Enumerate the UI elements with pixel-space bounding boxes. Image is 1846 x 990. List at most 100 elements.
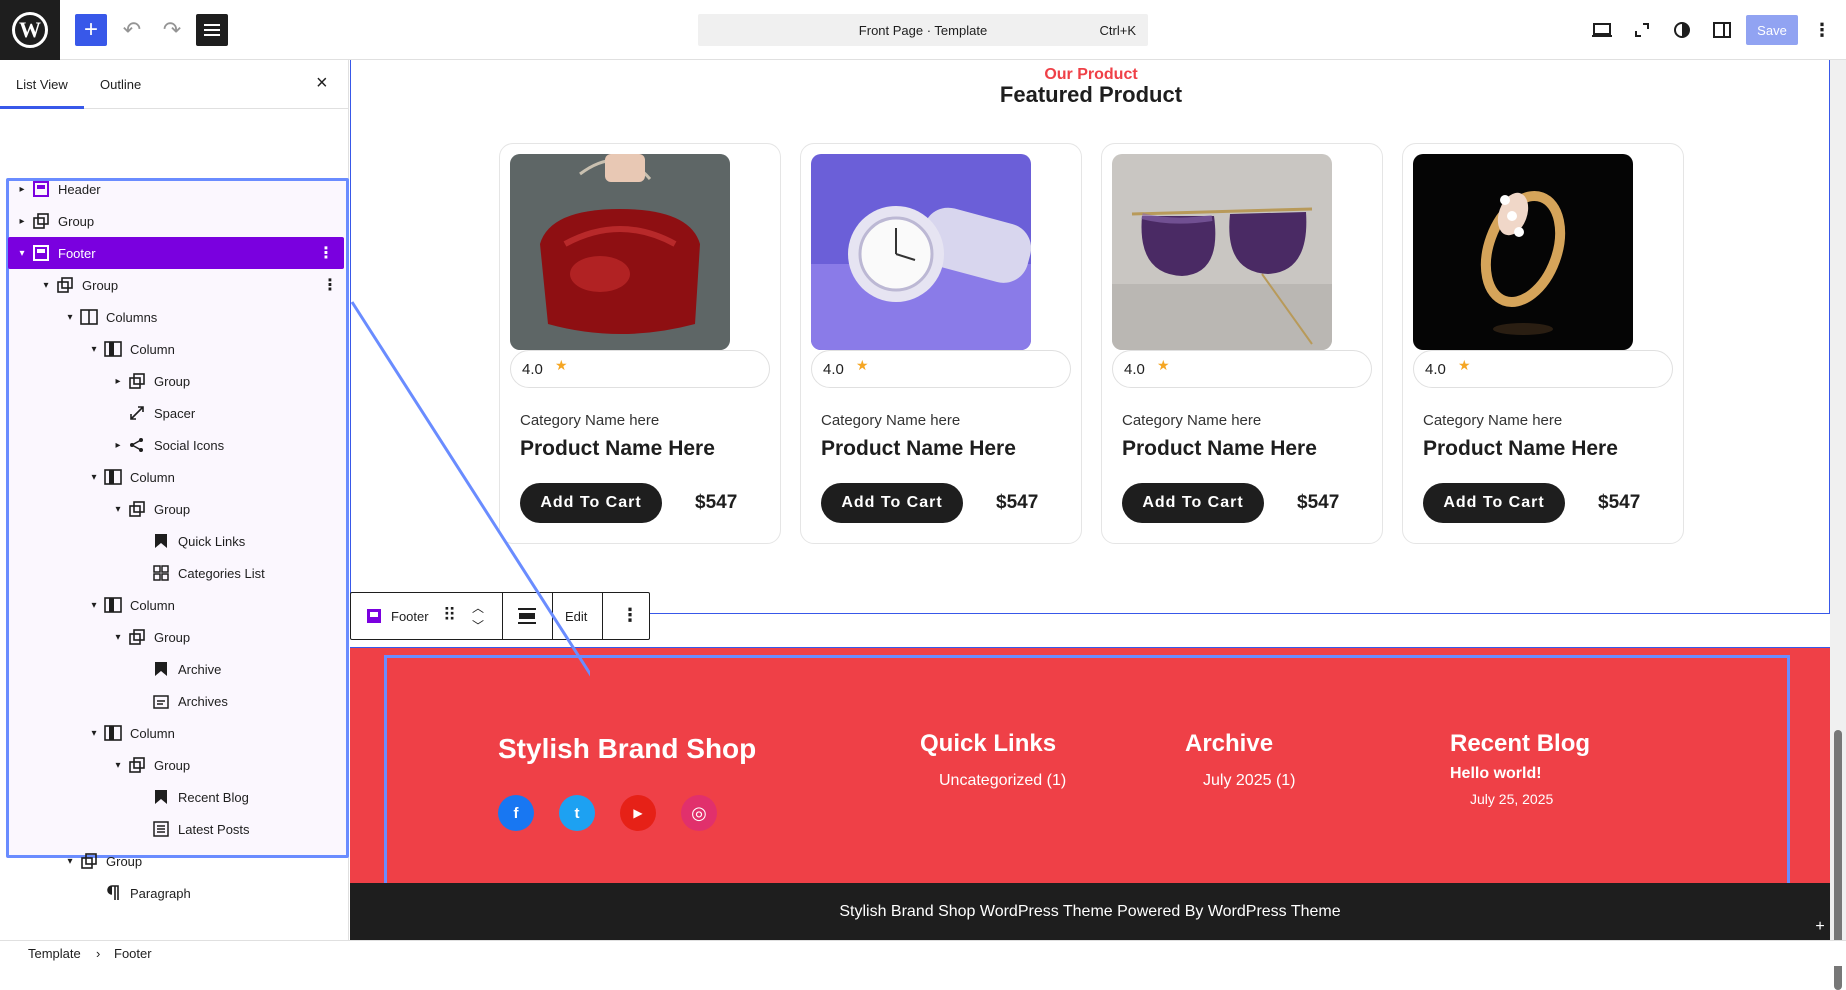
- styles-button[interactable]: [1666, 14, 1698, 46]
- chevron-down-icon[interactable]: ▾: [88, 472, 100, 483]
- product-image[interactable]: [811, 154, 1031, 350]
- command-palette-button[interactable]: Front Page · Template Ctrl+K: [698, 14, 1148, 46]
- editor-canvas: Our Product Featured Product 4.0 ★ Categor…: [350, 60, 1830, 940]
- product-price: $547: [1598, 492, 1641, 513]
- list-view-item-group[interactable]: ▾ Group: [8, 493, 348, 525]
- zoom-out-button[interactable]: [1626, 14, 1658, 46]
- chevron-right-icon[interactable]: ▸: [112, 376, 124, 387]
- group-icon: [32, 212, 50, 230]
- product-name[interactable]: Product Name Here: [821, 437, 1016, 461]
- block-appender-icon[interactable]: +: [1812, 918, 1828, 936]
- settings-sidebar-button[interactable]: [1706, 14, 1738, 46]
- document-overview-button[interactable]: [196, 14, 228, 46]
- tab-list-view[interactable]: List View: [16, 77, 68, 92]
- chevron-down-icon[interactable]: ▾: [112, 504, 124, 515]
- list-view-item-label: Paragraph: [130, 885, 191, 901]
- list-view-item-group[interactable]: ▾ Group: [8, 621, 348, 653]
- quick-links-title: Quick Links: [920, 730, 1057, 757]
- breadcrumb-template[interactable]: Template: [28, 946, 81, 961]
- list-view-item-column[interactable]: ▾ Column: [8, 589, 348, 621]
- chevron-right-icon[interactable]: ▸: [16, 184, 28, 195]
- list-view-item-header[interactable]: ▸ Header: [8, 173, 348, 205]
- list-view-item-group[interactable]: ▸ Group: [8, 205, 348, 237]
- connector-arrow: [350, 301, 590, 677]
- close-icon[interactable]: ×: [316, 72, 328, 95]
- product-price: $547: [996, 492, 1039, 513]
- recent-post-link[interactable]: Hello world!: [1450, 765, 1542, 783]
- archive-link[interactable]: July 2025 (1): [1203, 772, 1296, 790]
- chevron-down-icon[interactable]: ▾: [88, 728, 100, 739]
- chevron-right-icon[interactable]: ▸: [16, 216, 28, 227]
- product-card[interactable]: 4.0 ★ Category Name here Product Name Here A…: [1402, 143, 1684, 544]
- undo-button[interactable]: ↶: [116, 14, 148, 46]
- list-view-item-categories-list[interactable]: Categories List: [8, 557, 348, 589]
- bookmark-icon: [152, 532, 170, 550]
- chevron-down-icon[interactable]: ▾: [64, 856, 76, 867]
- wordpress-logo-button[interactable]: W: [0, 0, 60, 60]
- more-vertical-icon[interactable]: ⋮: [322, 275, 338, 295]
- list-view-item-social-icons[interactable]: ▸ Social Icons: [8, 429, 348, 461]
- list-view-item-label: Group: [82, 277, 119, 293]
- product-category: Category Name here: [821, 412, 961, 429]
- expand-icon: [1635, 23, 1649, 37]
- list-view-item-footer[interactable]: ▾ Footer ⋮: [8, 237, 344, 269]
- preview-device-button[interactable]: [1586, 14, 1618, 46]
- add-to-cart-button[interactable]: Add To Cart: [1423, 483, 1565, 523]
- template-part-icon: [32, 244, 50, 262]
- list-view-item-archive[interactable]: Archive: [8, 653, 348, 685]
- twitter-icon[interactable]: t: [559, 795, 595, 831]
- breadcrumb-footer[interactable]: Footer: [114, 946, 152, 961]
- active-tab-indicator: [0, 106, 84, 109]
- product-name[interactable]: Product Name Here: [1122, 437, 1317, 461]
- block-options-button[interactable]: ⋮: [603, 593, 649, 639]
- chevron-down-icon[interactable]: ▾: [88, 344, 100, 355]
- chevron-down-icon[interactable]: ▾: [88, 600, 100, 611]
- list-view-item-group[interactable]: ▾ Group: [8, 749, 348, 781]
- list-view-item-group[interactable]: ▾ Group ⋮: [8, 269, 348, 301]
- column-icon: [104, 468, 122, 486]
- options-button[interactable]: ⋮: [1806, 14, 1838, 46]
- list-view-item-column[interactable]: ▾ Column: [8, 717, 348, 749]
- chevron-down-icon[interactable]: ▾: [112, 760, 124, 771]
- product-name[interactable]: Product Name Here: [1423, 437, 1618, 461]
- add-to-cart-button[interactable]: Add To Cart: [1122, 483, 1264, 523]
- chevron-down-icon[interactable]: ▾: [64, 312, 76, 323]
- list-view-item-column[interactable]: ▾ Column: [8, 333, 348, 365]
- save-button[interactable]: Save: [1746, 15, 1798, 45]
- contrast-icon: [1674, 22, 1690, 38]
- list-view-item-recent-blog[interactable]: Recent Blog: [8, 781, 348, 813]
- youtube-icon[interactable]: ▶: [620, 795, 656, 831]
- chevron-down-icon[interactable]: ▾: [16, 248, 28, 259]
- list-view-item-label: Column: [130, 725, 175, 741]
- list-view-item-group[interactable]: ▸ Group: [8, 365, 348, 397]
- product-card[interactable]: 4.0 ★ Category Name here Product Name Here A…: [800, 143, 1082, 544]
- more-vertical-icon[interactable]: ⋮: [318, 243, 334, 263]
- list-view-item-label: Latest Posts: [178, 821, 250, 837]
- block-inserter-button[interactable]: +: [75, 14, 107, 46]
- product-card[interactable]: 4.0 ★ Category Name here Product Name Here A…: [1101, 143, 1383, 544]
- tab-outline[interactable]: Outline: [100, 77, 141, 92]
- list-view-item-group[interactable]: ▾ Group: [8, 845, 348, 877]
- list-view-item-label: Group: [106, 853, 143, 869]
- list-view-item-columns[interactable]: ▾ Columns: [8, 301, 348, 333]
- chevron-down-icon[interactable]: ▾: [112, 632, 124, 643]
- product-image[interactable]: [1413, 154, 1633, 350]
- list-view-item-paragraph[interactable]: Paragraph: [8, 877, 348, 909]
- document-title: Front Page · Template: [858, 23, 988, 38]
- product-image[interactable]: [1112, 154, 1332, 350]
- add-to-cart-button[interactable]: Add To Cart: [821, 483, 963, 523]
- list-view-item-latest-posts[interactable]: Latest Posts: [8, 813, 348, 845]
- list-view-item-quick-links[interactable]: Quick Links: [8, 525, 348, 557]
- redo-button[interactable]: ↷: [156, 14, 188, 46]
- list-view-item-archives[interactable]: Archives: [8, 685, 348, 717]
- instagram-icon[interactable]: ◎: [681, 795, 717, 831]
- canvas-scrollbar[interactable]: [1830, 60, 1846, 990]
- category-link[interactable]: Uncategorized (1): [939, 772, 1066, 790]
- facebook-icon[interactable]: f: [498, 795, 534, 831]
- list-view-item-column[interactable]: ▾ Column: [8, 461, 348, 493]
- bookmark-icon: [152, 660, 170, 678]
- chevron-right-icon[interactable]: ▸: [112, 440, 124, 451]
- list-view-item-spacer[interactable]: Spacer: [8, 397, 348, 429]
- list-view-item-label: Recent Blog: [178, 789, 249, 805]
- chevron-down-icon[interactable]: ▾: [40, 280, 52, 291]
